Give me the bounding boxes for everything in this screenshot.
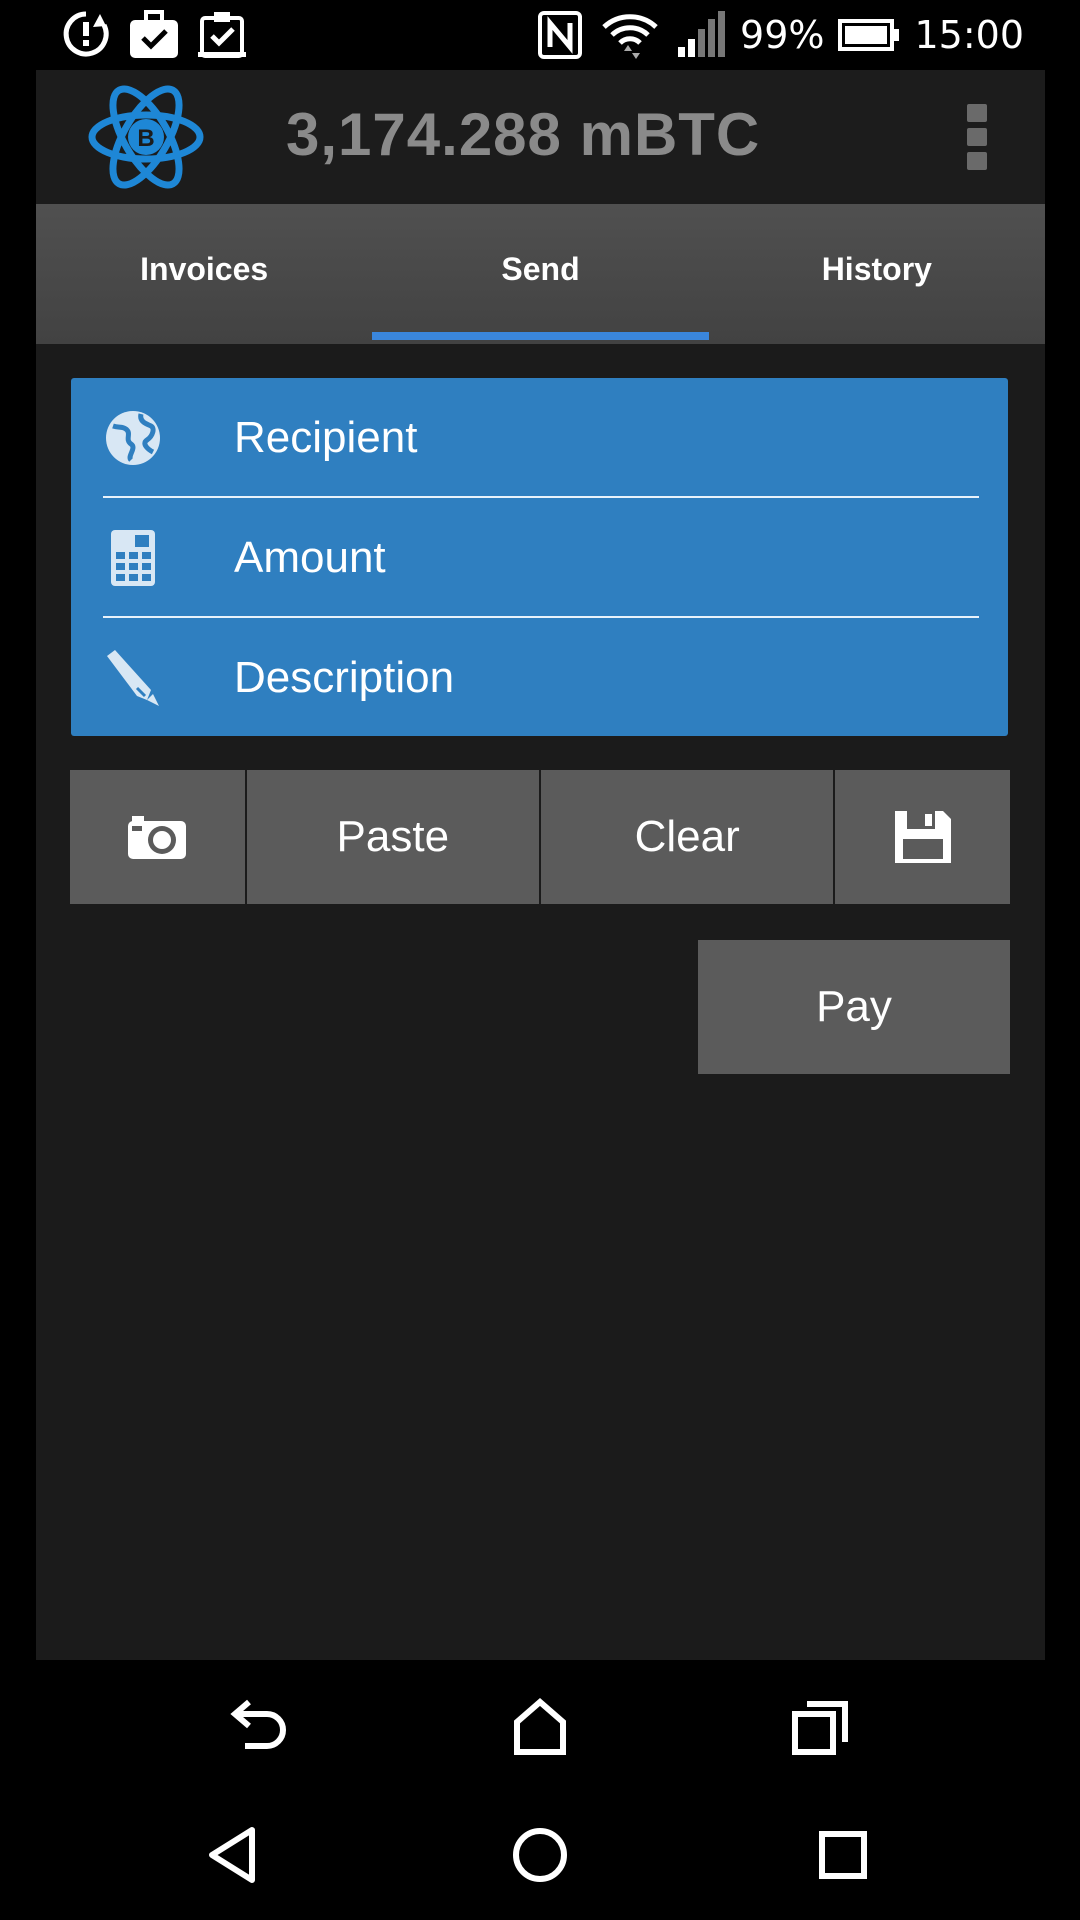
clear-button[interactable]: Clear	[541, 770, 834, 904]
status-bar: 99% 15:00	[0, 0, 1080, 70]
wifi-icon	[602, 14, 658, 59]
tab-send[interactable]: Send	[372, 204, 709, 344]
scan-qr-button[interactable]	[70, 770, 245, 904]
back-triangle-icon[interactable]	[200, 1820, 270, 1890]
recents-square-icon[interactable]	[808, 1820, 878, 1890]
amount-label: Amount	[234, 533, 386, 582]
globe-icon	[106, 411, 160, 465]
system-nav-bar-secondary	[0, 1796, 1080, 1920]
battery-icon	[838, 19, 900, 51]
overflow-menu-icon[interactable]	[967, 104, 989, 170]
action-bar: B 3,174.288 mBTC	[36, 70, 1045, 204]
clock: 15:00	[914, 13, 1024, 57]
calculator-icon	[111, 530, 155, 586]
pen-icon	[107, 650, 159, 706]
tab-bar: Invoices Send History	[36, 204, 1045, 344]
save-button[interactable]	[835, 770, 1010, 904]
tab-invoices[interactable]: Invoices	[36, 204, 372, 344]
tab-history[interactable]: History	[709, 204, 1045, 344]
recipient-field[interactable]: Recipient	[71, 378, 1008, 498]
signal-icon	[678, 11, 726, 57]
home-icon[interactable]	[505, 1692, 575, 1762]
system-nav-bar	[0, 1660, 1080, 1796]
paste-button[interactable]: Paste	[246, 770, 539, 904]
nfc-icon	[538, 11, 583, 59]
recipient-label: Recipient	[234, 413, 418, 462]
send-form: Recipient Amount Description	[71, 378, 1008, 736]
action-buttons: Paste Clear	[70, 770, 1010, 904]
wallet-balance: 3,174.288 mBTC	[286, 101, 761, 168]
sync-alert-icon	[63, 11, 109, 57]
battery-percent: 99%	[740, 13, 825, 57]
description-field[interactable]: Description	[71, 618, 1008, 738]
svg-text:B: B	[137, 125, 154, 152]
pay-button[interactable]: Pay	[698, 940, 1010, 1074]
save-icon	[894, 811, 951, 863]
app-window: B 3,174.288 mBTC Invoices Send History R…	[36, 70, 1045, 1660]
back-icon[interactable]	[223, 1692, 293, 1762]
briefcase-check-icon	[130, 10, 178, 58]
description-label: Description	[234, 653, 455, 702]
recents-icon[interactable]	[785, 1692, 855, 1762]
camera-icon	[128, 816, 187, 859]
electrum-bitcoin-logo[interactable]: B	[86, 82, 206, 192]
amount-field[interactable]: Amount	[71, 498, 1008, 618]
home-circle-icon[interactable]	[505, 1820, 575, 1890]
clipboard-check-icon	[198, 12, 246, 58]
